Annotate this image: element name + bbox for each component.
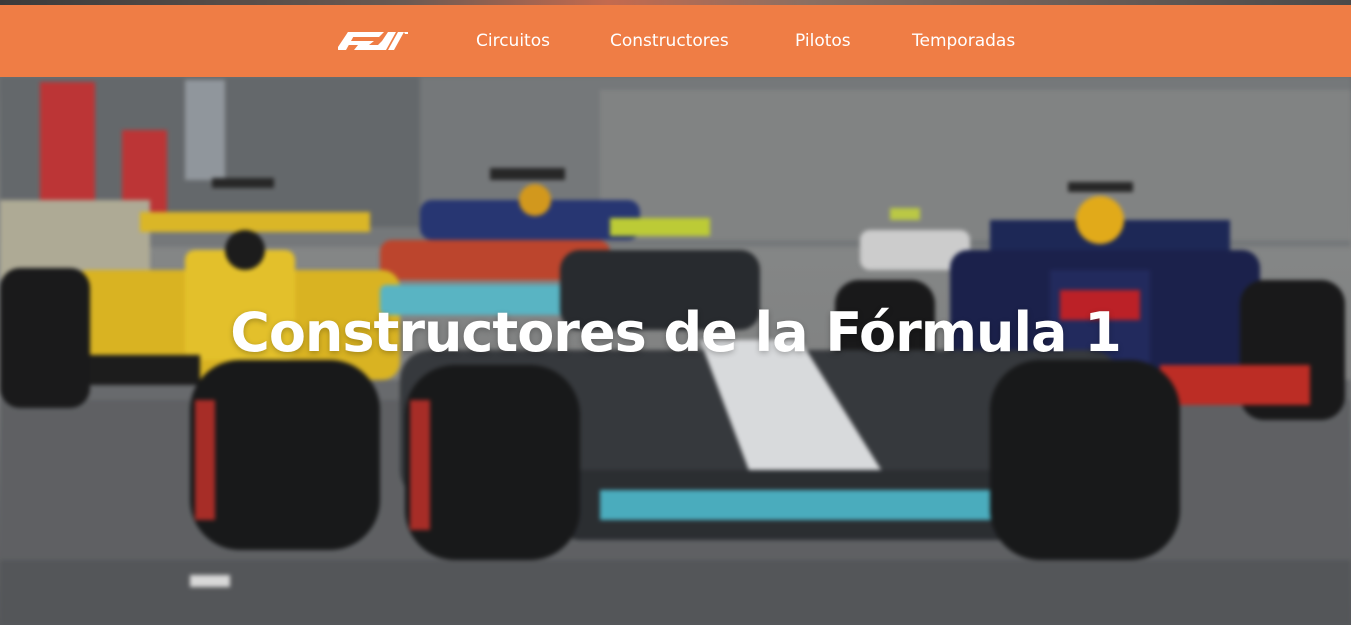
page-title: Constructores de la Fórmula 1	[230, 301, 1122, 364]
f1-logo-icon[interactable]	[336, 32, 410, 50]
nav-item-constructores[interactable]: Constructores	[610, 29, 729, 53]
navbar: Circuitos Constructores Pilotos Temporad…	[0, 5, 1351, 77]
nav-item-pilotos[interactable]: Pilotos	[795, 29, 851, 53]
nav-item-temporadas[interactable]: Temporadas	[912, 29, 1015, 53]
page: Circuitos Constructores Pilotos Temporad…	[0, 0, 1351, 625]
nav-item-circuitos[interactable]: Circuitos	[476, 29, 550, 53]
